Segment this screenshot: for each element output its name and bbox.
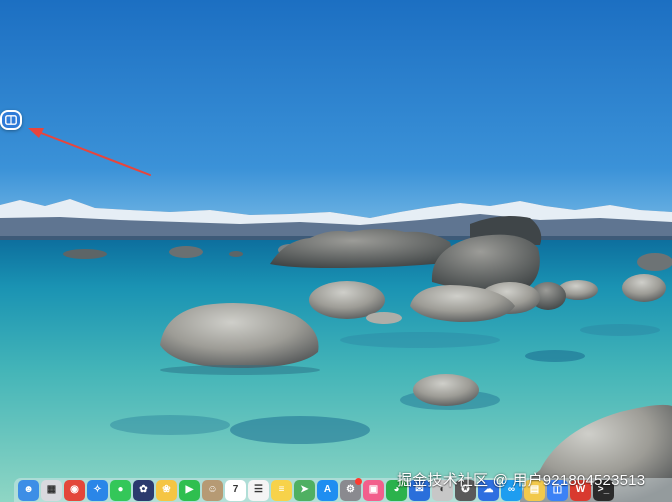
safari-icon[interactable]: ✧: [87, 479, 108, 501]
sidebar-panel-icon: [5, 115, 17, 125]
safari-glyph: ✧: [93, 484, 102, 495]
photos-glyph: ❀: [162, 484, 171, 495]
app-store-glyph: A: [323, 484, 332, 495]
maps-icon[interactable]: ➤: [294, 479, 315, 501]
finder-icon[interactable]: ☻: [18, 479, 39, 501]
notes-icon[interactable]: ≡: [271, 479, 292, 501]
desktop: ☻ ▦ ◉ ✧ ● ✿ ❀ ▶ ☺ 7 ☰ ≡ ➤ A ⚙ ▣ ◕ ✉ ◐ ✪ ☁ ∞ ▤ ◫ W >_ 掘金技术社区 @ 用户9…: [0, 0, 672, 502]
notification-badge: [355, 477, 362, 485]
notes-glyph: ≡: [278, 484, 285, 495]
launchpad-glyph: ▦: [46, 484, 57, 495]
photos-icon[interactable]: ❀: [156, 479, 177, 501]
finder-glyph: ☻: [23, 484, 34, 495]
design-app-icon[interactable]: ✿: [133, 479, 154, 501]
watermark-text: 掘金技术社区 @ 用户921804523513: [397, 472, 646, 489]
wallpaper-image: [0, 0, 672, 502]
facetime-icon[interactable]: ▶: [179, 479, 200, 501]
chrome-icon[interactable]: ◉: [64, 479, 85, 501]
sidebar-toggle-button[interactable]: [0, 110, 22, 130]
contacts-icon[interactable]: ☺: [202, 479, 223, 501]
launchpad-icon[interactable]: ▦: [41, 479, 62, 501]
chrome-glyph: ◉: [70, 484, 79, 495]
reminders-icon[interactable]: ☰: [248, 479, 269, 501]
calendar-glyph: 7: [232, 484, 239, 495]
maps-glyph: ➤: [300, 484, 309, 495]
contacts-glyph: ☺: [207, 484, 218, 495]
video-app-icon[interactable]: ▣: [363, 479, 384, 501]
reminders-glyph: ☰: [254, 484, 263, 495]
facetime-glyph: ▶: [185, 484, 194, 495]
settings-icon[interactable]: ⚙: [340, 477, 362, 501]
video-app-glyph: ▣: [368, 484, 379, 495]
messages-glyph: ●: [117, 484, 124, 495]
system-settings-glyph: ⚙: [346, 484, 355, 495]
app-store-icon[interactable]: A: [317, 479, 338, 501]
design-app-glyph: ✿: [139, 484, 148, 495]
calendar-icon[interactable]: 7: [225, 479, 246, 501]
messages-icon[interactable]: ●: [110, 479, 131, 501]
